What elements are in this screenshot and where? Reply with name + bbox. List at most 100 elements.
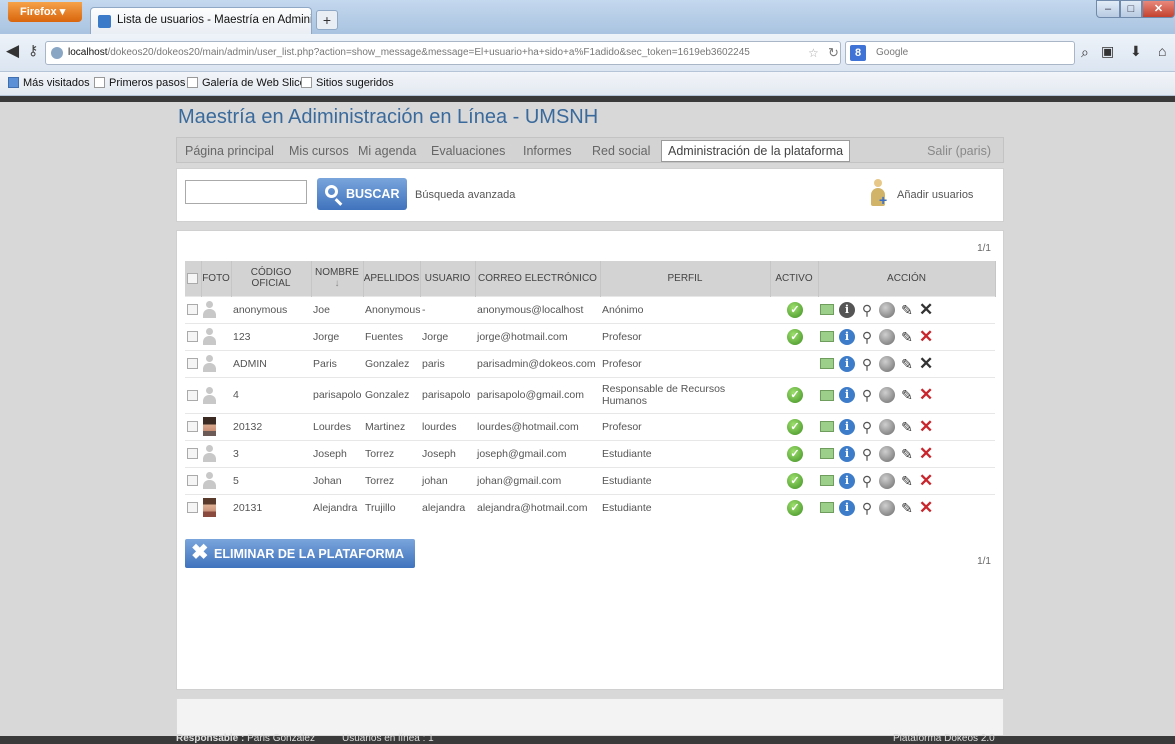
menu-my-agenda[interactable]: Mi agenda [358,144,416,158]
menu-social-network[interactable]: Red social [592,144,650,158]
add-users-link[interactable]: + Añadir usuarios [865,179,973,211]
message-icon[interactable] [820,304,834,315]
bookmark-most-visited[interactable]: Más visitados [8,77,90,89]
menu-reports[interactable]: Informes [523,144,572,158]
edit-pencil-icon[interactable]: ✎ [900,302,914,318]
header-codigo[interactable]: CÓDIGO OFICIAL [231,261,312,296]
message-icon[interactable] [820,421,834,432]
message-icon[interactable] [820,448,834,459]
advanced-search-link[interactable]: Búsqueda avanzada [415,189,515,201]
roles-icon[interactable] [879,328,895,345]
header-perfil[interactable]: PERFIL [600,261,771,296]
info-icon[interactable]: i [839,355,855,372]
reload-icon[interactable]: ↻ [828,45,839,61]
minimize-button[interactable]: – [1096,0,1120,18]
maximize-button[interactable]: □ [1120,0,1142,18]
delete-x-icon[interactable]: ✕ [919,472,933,489]
row-checkbox[interactable] [187,304,198,316]
row-checkbox[interactable] [187,331,198,343]
delete-x-icon[interactable]: ✕ [919,418,933,435]
edit-pencil-icon[interactable]: ✎ [900,356,914,372]
info-icon[interactable]: i [839,301,855,318]
active-check-icon[interactable]: ✓ [787,472,803,489]
info-icon[interactable]: i [839,445,855,462]
download-arrow-icon[interactable]: ⬇ [1130,43,1142,60]
login-as-icon[interactable]: ⚲ [860,329,874,345]
footer-online-users[interactable]: Usuarios en línea : 1 [342,733,434,744]
footer-platform[interactable]: Plataforma Dokeos 2.0 [893,733,995,744]
firefox-menu-button[interactable]: Firefox ▾ [8,2,82,22]
close-window-button[interactable]: ✕ [1142,0,1175,18]
message-icon[interactable] [820,389,834,401]
info-icon[interactable]: i [839,387,855,403]
active-check-icon[interactable]: ✓ [787,301,803,318]
row-checkbox[interactable] [187,421,198,433]
login-as-icon[interactable]: ⚲ [860,387,874,403]
delete-x-icon[interactable]: ✕ [919,386,933,403]
delete-x-icon[interactable]: ✕ [919,355,933,372]
page-menu-icon[interactable]: ▣ [1101,43,1114,60]
edit-pencil-icon[interactable]: ✎ [900,419,914,435]
search-button[interactable]: BUSCAR [317,178,407,210]
bookmark-first-steps[interactable]: Primeros pasos [94,77,185,89]
message-icon[interactable] [820,331,834,342]
header-apellidos[interactable]: APELLIDOS [363,261,421,296]
roles-icon[interactable] [879,301,895,318]
row-checkbox[interactable] [187,448,198,460]
edit-pencil-icon[interactable]: ✎ [900,473,914,489]
login-as-icon[interactable]: ⚲ [860,446,874,462]
login-as-icon[interactable]: ⚲ [860,356,874,372]
message-icon[interactable] [820,502,834,514]
active-check-icon[interactable]: ✓ [787,387,803,403]
web-search-field[interactable]: 8 Google [845,41,1075,65]
search-icon[interactable]: ⌕ [1081,44,1089,61]
header-foto[interactable]: FOTO [201,261,232,296]
google-icon[interactable]: 8 [850,45,866,61]
row-checkbox[interactable] [187,475,198,487]
roles-icon[interactable] [879,418,895,435]
roles-icon[interactable] [879,445,895,462]
info-icon[interactable]: i [839,418,855,435]
menu-my-courses[interactable]: Mis cursos [289,144,349,158]
header-correo[interactable]: CORREO ELECTRÓNICO [475,261,601,296]
roles-icon[interactable] [879,472,895,489]
user-search-input[interactable] [185,180,307,204]
edit-pencil-icon[interactable]: ✎ [900,446,914,462]
delete-x-icon[interactable]: ✕ [919,499,933,516]
edit-pencil-icon[interactable]: ✎ [900,387,914,403]
browser-tab[interactable]: Lista de usuarios - Maestría en Administ… [90,7,312,34]
login-as-icon[interactable]: ⚲ [860,473,874,489]
message-icon[interactable] [820,475,834,486]
roles-icon[interactable] [879,387,895,403]
login-as-icon[interactable]: ⚲ [860,302,874,318]
row-checkbox[interactable] [187,358,198,370]
active-check-icon[interactable]: ✓ [787,445,803,462]
info-icon[interactable]: i [839,472,855,489]
row-checkbox[interactable] [187,389,198,401]
header-activo[interactable]: ACTIVO [770,261,819,296]
delete-from-platform-button[interactable]: ✖ ELIMINAR DE LA PLATAFORMA [185,539,415,568]
bookmark-web-slice[interactable]: Galería de Web Slice [187,77,306,89]
active-check-icon[interactable]: ✓ [787,499,803,516]
header-nombre[interactable]: NOMBRE ↓ [311,261,364,296]
info-icon[interactable]: i [839,499,855,516]
bookmark-star-icon[interactable]: ☆ [808,46,819,60]
login-as-icon[interactable]: ⚲ [860,500,874,516]
active-check-icon[interactable]: ✓ [787,328,803,345]
logout-link[interactable]: Salir (paris) [927,144,991,158]
info-icon[interactable]: i [839,328,855,345]
delete-x-icon[interactable]: ✕ [919,328,933,345]
row-checkbox[interactable] [187,502,198,514]
edit-pencil-icon[interactable]: ✎ [900,500,914,516]
menu-evaluations[interactable]: Evaluaciones [431,144,505,158]
delete-x-icon[interactable]: ✕ [919,445,933,462]
roles-icon[interactable] [879,355,895,372]
roles-icon[interactable] [879,499,895,516]
menu-home[interactable]: Página principal [185,144,274,158]
menu-platform-admin[interactable]: Administración de la plataforma [661,140,851,162]
select-all-checkbox[interactable] [187,272,199,284]
identity-key-icon[interactable]: ⚷ [28,42,38,59]
message-icon[interactable] [820,358,834,369]
new-tab-button[interactable]: + [316,10,338,30]
url-bar[interactable]: localhost/dokeos20/dokeos20/main/admin/u… [45,41,841,65]
